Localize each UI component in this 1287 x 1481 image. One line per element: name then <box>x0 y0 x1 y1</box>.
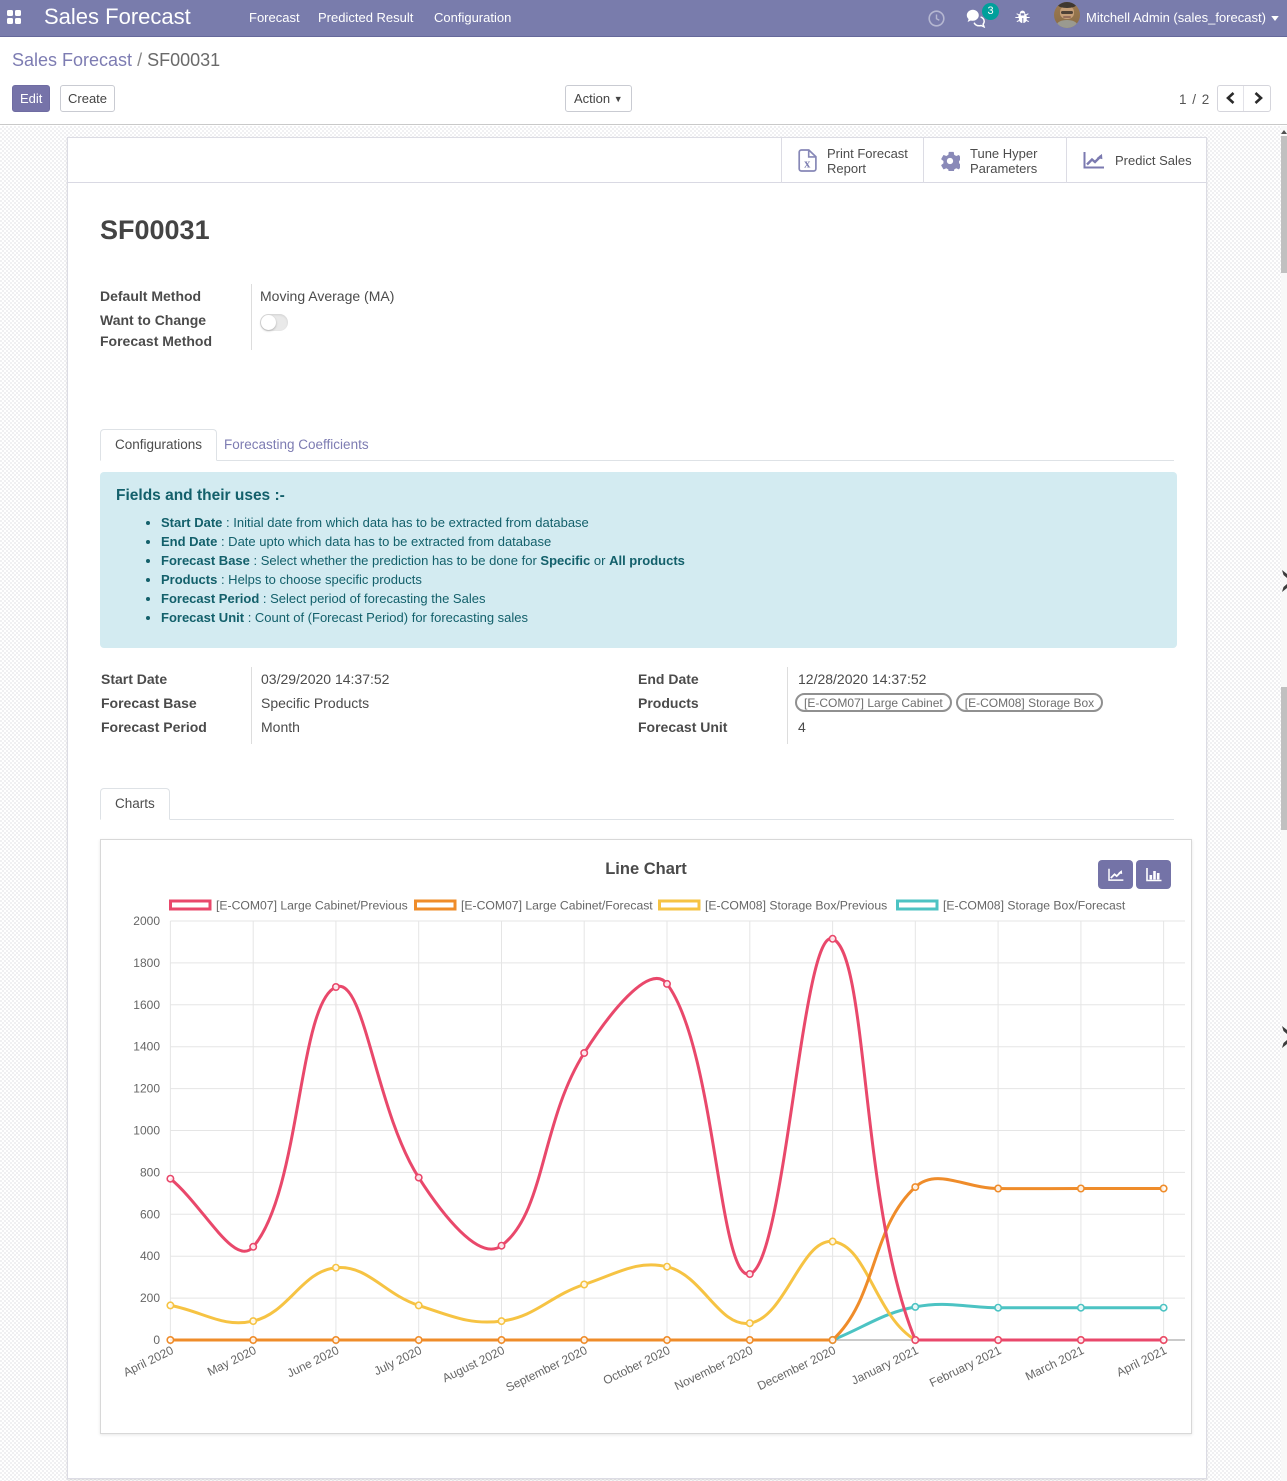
svg-text:1200: 1200 <box>133 1082 160 1096</box>
svg-text:January 2021: January 2021 <box>849 1343 921 1388</box>
svg-text:1800: 1800 <box>133 956 160 970</box>
svg-text:2000: 2000 <box>133 914 160 928</box>
svg-text:May 2020: May 2020 <box>205 1343 259 1379</box>
svg-text:1400: 1400 <box>133 1040 160 1054</box>
svg-text:[E-COM08] Storage Box/Forecast: [E-COM08] Storage Box/Forecast <box>943 899 1126 913</box>
svg-text:0: 0 <box>153 1333 160 1347</box>
svg-text:November 2020: November 2020 <box>672 1343 755 1393</box>
svg-text:x: x <box>804 157 811 171</box>
svg-text:[E-COM07] Large Cabinet/Foreca: [E-COM07] Large Cabinet/Forecast <box>461 899 653 913</box>
svg-text:June 2020: June 2020 <box>285 1343 342 1380</box>
svg-text:July 2020: July 2020 <box>372 1343 425 1378</box>
svg-text:1000: 1000 <box>133 1124 160 1138</box>
svg-text:April 2021: April 2021 <box>1114 1343 1169 1379</box>
svg-text:800: 800 <box>140 1165 160 1179</box>
svg-text:February 2021: February 2021 <box>927 1343 1004 1390</box>
svg-text:1600: 1600 <box>133 998 160 1012</box>
svg-text:[E-COM08] Storage Box/Previous: [E-COM08] Storage Box/Previous <box>705 899 887 913</box>
svg-text:March 2021: March 2021 <box>1023 1343 1086 1384</box>
svg-text:April 2020: April 2020 <box>121 1343 176 1379</box>
svg-text:200: 200 <box>140 1291 160 1305</box>
svg-text:400: 400 <box>140 1249 160 1263</box>
svg-text:600: 600 <box>140 1207 160 1221</box>
svg-text:October 2020: October 2020 <box>601 1343 673 1388</box>
svg-text:[E-COM07] Large Cabinet/Previo: [E-COM07] Large Cabinet/Previous <box>216 899 408 913</box>
svg-text:December 2020: December 2020 <box>755 1343 838 1393</box>
svg-text:September 2020: September 2020 <box>504 1343 590 1395</box>
svg-text:August 2020: August 2020 <box>440 1343 507 1385</box>
